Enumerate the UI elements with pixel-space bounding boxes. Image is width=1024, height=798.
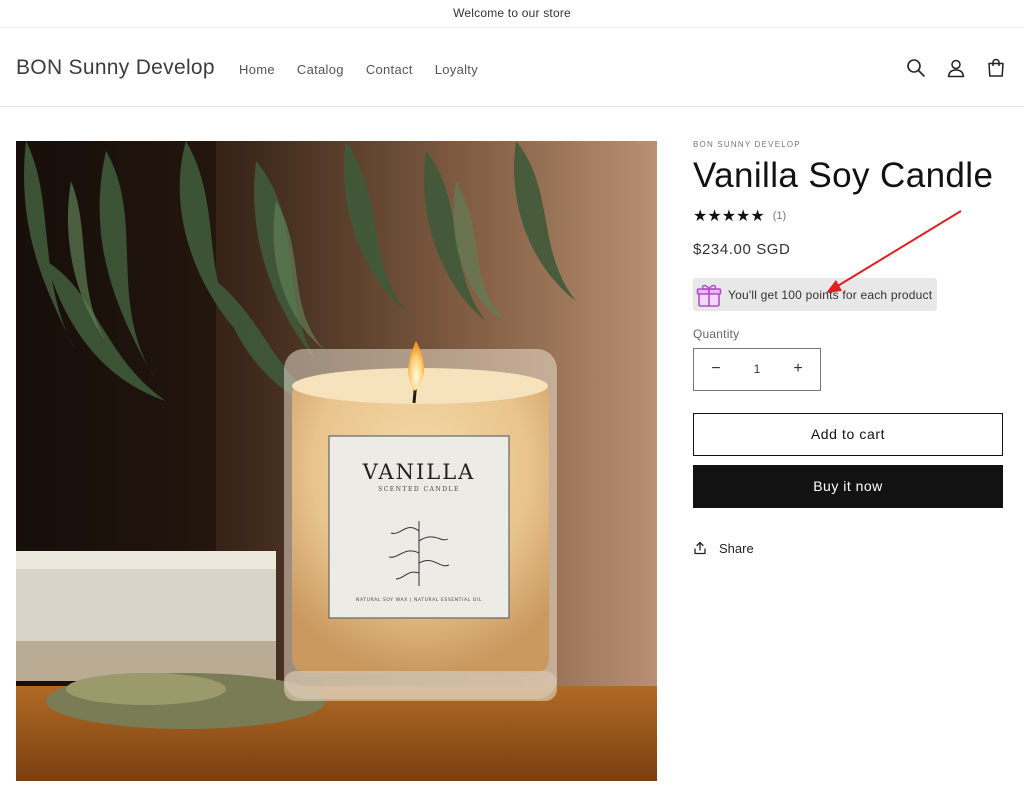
product-title: Vanilla Soy Candle bbox=[693, 156, 994, 195]
rating-stars: ★★★★★ bbox=[693, 208, 765, 225]
announcement-text: Welcome to our store bbox=[453, 6, 571, 20]
share-button[interactable]: Share bbox=[693, 541, 1003, 556]
product-rating[interactable]: ★★★★★ (1) bbox=[693, 207, 1003, 225]
label-footer: NATURAL SOY WAX | NATURAL ESSENTIAL OIL bbox=[356, 597, 482, 603]
quantity-input[interactable]: 1 bbox=[754, 362, 761, 376]
label-main: VANILLA bbox=[362, 460, 476, 484]
rating-count: (1) bbox=[772, 210, 787, 222]
quantity-decrease-button[interactable]: − bbox=[708, 360, 724, 378]
account-icon[interactable] bbox=[946, 57, 966, 79]
points-text: You'll get 100 points for each product bbox=[728, 287, 933, 302]
share-label: Share bbox=[719, 540, 754, 556]
store-logo[interactable]: BON Sunny Develop bbox=[16, 56, 215, 80]
loyalty-points-badge: You'll get 100 points for each product bbox=[693, 278, 938, 311]
gift-icon bbox=[696, 284, 722, 307]
cart-icon[interactable] bbox=[986, 57, 1006, 79]
site-header: BON Sunny Develop Home Catalog Contact L… bbox=[0, 29, 1024, 107]
header-icons bbox=[906, 57, 1006, 79]
product-info: BON SUNNY DEVELOP Vanilla Soy Candle ★★★… bbox=[693, 140, 1003, 556]
search-icon[interactable] bbox=[906, 57, 926, 79]
candle-photo: VANILLA SCENTED CANDLE NATURAL SOY WAX |… bbox=[16, 141, 657, 781]
main-nav: Home Catalog Contact Loyalty bbox=[239, 62, 500, 77]
nav-home[interactable]: Home bbox=[239, 62, 275, 77]
add-to-cart-button[interactable]: Add to cart bbox=[693, 412, 1003, 456]
share-icon bbox=[694, 541, 706, 555]
buy-now-button[interactable]: Buy it now bbox=[693, 464, 1003, 508]
product-image[interactable]: VANILLA SCENTED CANDLE NATURAL SOY WAX |… bbox=[16, 141, 657, 781]
announcement-bar: Welcome to our store bbox=[0, 0, 1024, 28]
quantity-stepper: − 1 + bbox=[693, 347, 821, 391]
nav-loyalty[interactable]: Loyalty bbox=[435, 62, 478, 77]
quantity-increase-button[interactable]: + bbox=[790, 360, 806, 378]
quantity-label: Quantity bbox=[693, 326, 740, 341]
product-price: $234.00 SGD bbox=[693, 241, 791, 258]
nav-catalog[interactable]: Catalog bbox=[297, 62, 344, 77]
nav-contact[interactable]: Contact bbox=[366, 62, 413, 77]
product-vendor: BON SUNNY DEVELOP bbox=[693, 140, 801, 149]
label-sub: SCENTED CANDLE bbox=[378, 486, 460, 493]
